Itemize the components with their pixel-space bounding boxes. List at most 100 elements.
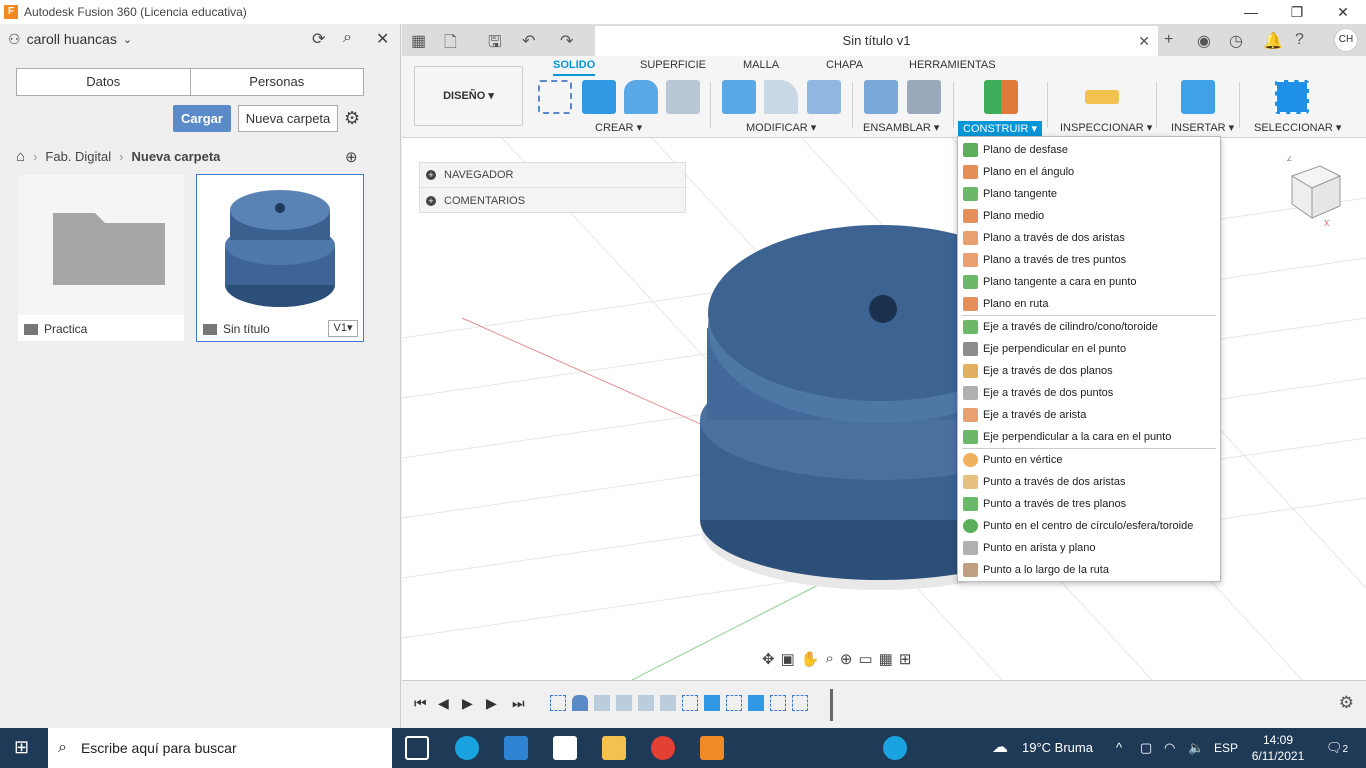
- gear-icon[interactable]: ⚙: [344, 108, 360, 129]
- create-sketch-icon[interactable]: [538, 80, 572, 114]
- avatar[interactable]: CH: [1334, 28, 1358, 52]
- maximize-button[interactable]: ❐: [1274, 0, 1320, 24]
- menu-item[interactable]: Eje perpendicular en el punto: [958, 338, 1220, 360]
- search-icon[interactable]: ⌕: [343, 29, 352, 47]
- document-tab[interactable]: Sin título v1 ✕: [595, 26, 1158, 56]
- task-view-icon[interactable]: [405, 736, 429, 760]
- menu-item[interactable]: Plano en ruta: [958, 293, 1220, 315]
- offset-plane-icon[interactable]: [984, 80, 1018, 114]
- user-name[interactable]: caroll huancas: [27, 31, 117, 47]
- close-icon[interactable]: ✕: [376, 29, 389, 49]
- job-status-icon[interactable]: ◷: [1229, 31, 1243, 51]
- folder-card[interactable]: Practica: [17, 174, 185, 342]
- menu-item[interactable]: Punto a través de dos aristas: [958, 471, 1220, 493]
- weather-text[interactable]: 19°C Bruma: [1022, 728, 1093, 768]
- menu-item[interactable]: Plano tangente a cara en punto: [958, 271, 1220, 293]
- model-canvas[interactable]: [402, 138, 1366, 680]
- globe-icon[interactable]: ⊕: [345, 148, 358, 166]
- refresh-icon[interactable]: ⟳: [312, 29, 325, 49]
- group-inspeccionar[interactable]: INSPECCIONAR ▾: [1060, 121, 1152, 134]
- menu-item[interactable]: Eje a través de arista: [958, 404, 1220, 426]
- close-window-button[interactable]: ✕: [1320, 0, 1366, 24]
- fit-icon[interactable]: ⊕: [840, 650, 853, 668]
- home-icon[interactable]: ⌂: [16, 148, 25, 165]
- save-icon[interactable]: 🖫: [488, 31, 502, 58]
- measure-icon[interactable]: [1085, 90, 1119, 104]
- plus-icon[interactable]: +: [426, 170, 436, 180]
- language[interactable]: ESP: [1214, 728, 1238, 768]
- menu-item[interactable]: Plano medio: [958, 205, 1220, 227]
- menu-item[interactable]: Plano a través de tres puntos: [958, 249, 1220, 271]
- menu-item[interactable]: Eje a través de dos puntos: [958, 382, 1220, 404]
- menu-item[interactable]: Eje a través de cilindro/cono/toroide: [958, 316, 1220, 338]
- group-modificar[interactable]: MODIFICAR ▾: [746, 121, 816, 134]
- zoom-icon[interactable]: ⌕: [825, 650, 833, 668]
- menu-item[interactable]: Punto en vértice: [958, 449, 1220, 471]
- joint-icon[interactable]: [907, 80, 941, 114]
- clock[interactable]: 14:09 6/11/2021: [1248, 732, 1308, 764]
- tab-superficie[interactable]: SUPERFICIE: [640, 59, 706, 71]
- fusion-taskbar-icon[interactable]: [700, 736, 724, 760]
- fillet-icon[interactable]: [764, 80, 798, 114]
- timeline-marker[interactable]: [830, 689, 833, 721]
- volume-icon[interactable]: 🔈: [1188, 728, 1204, 768]
- menu-item[interactable]: Plano a través de dos aristas: [958, 227, 1220, 249]
- new-tab-icon[interactable]: +: [1164, 31, 1173, 49]
- pan-icon[interactable]: ✋: [801, 650, 820, 668]
- tab-chapa[interactable]: CHAPA: [826, 59, 863, 71]
- redo-icon[interactable]: ↷: [560, 31, 573, 51]
- shell-icon[interactable]: [807, 80, 841, 114]
- menu-item[interactable]: Punto en el centro de círculo/esfera/tor…: [958, 515, 1220, 537]
- tab-malla[interactable]: MALLA: [743, 59, 779, 71]
- navigator-row[interactable]: + NAVEGADOR: [420, 163, 685, 188]
- orbit-icon[interactable]: ✥: [762, 650, 775, 668]
- dropbox-icon[interactable]: [553, 736, 577, 760]
- version-dropdown[interactable]: V1▾: [328, 320, 358, 337]
- group-ensamblar[interactable]: ENSAMBLAR ▾: [863, 121, 939, 134]
- help-app-icon[interactable]: [883, 736, 907, 760]
- viewports-icon[interactable]: ⊞: [899, 650, 912, 668]
- breadcrumb-item[interactable]: Fab. Digital: [45, 149, 111, 164]
- upload-button[interactable]: Cargar: [173, 105, 231, 132]
- menu-item[interactable]: Plano tangente: [958, 183, 1220, 205]
- edge-icon[interactable]: [455, 736, 479, 760]
- tab-datos[interactable]: Datos: [17, 69, 191, 95]
- new-folder-button[interactable]: Nueva carpeta: [238, 105, 338, 132]
- windows-start-icon[interactable]: ⊞: [14, 737, 29, 758]
- extensions-icon[interactable]: ◉: [1197, 31, 1211, 51]
- taskbar-search[interactable]: ⌕ Escribe aquí para buscar: [48, 728, 392, 768]
- menu-item[interactable]: Punto a lo largo de la ruta: [958, 559, 1220, 581]
- display-settings-icon[interactable]: ▭: [858, 650, 872, 668]
- close-tab-icon[interactable]: ✕: [1138, 26, 1150, 56]
- revolve-icon[interactable]: [624, 80, 658, 114]
- play-icon[interactable]: ▶: [462, 695, 473, 712]
- apps-grid-icon[interactable]: ▦: [411, 31, 426, 51]
- viewcube[interactable]: Z X: [1282, 156, 1342, 236]
- comments-row[interactable]: + COMENTARIOS: [420, 188, 685, 213]
- menu-item[interactable]: Eje a través de dos planos: [958, 360, 1220, 382]
- tab-solido[interactable]: SOLIDO: [553, 59, 596, 76]
- menu-item[interactable]: Plano en el ángulo: [958, 161, 1220, 183]
- menu-item[interactable]: Plano de desfase: [958, 139, 1220, 161]
- canvas-viewport[interactable]: + NAVEGADOR + COMENTARIOS Z X: [402, 138, 1366, 680]
- menu-item[interactable]: Punto a través de tres planos: [958, 493, 1220, 515]
- grid-settings-icon[interactable]: ▦: [879, 650, 893, 668]
- help-icon[interactable]: ?: [1295, 31, 1304, 49]
- extrude-icon[interactable]: [582, 80, 616, 114]
- timeline-settings-icon[interactable]: ⚙: [1339, 693, 1354, 713]
- network-icon[interactable]: ▢: [1140, 728, 1152, 768]
- chevron-down-icon[interactable]: ⌄: [123, 33, 132, 46]
- tab-personas[interactable]: Personas: [191, 69, 364, 95]
- file-icon[interactable]: 🗋: [444, 31, 457, 58]
- go-to-start-icon[interactable]: ⏮: [414, 695, 427, 712]
- minimize-button[interactable]: —: [1228, 0, 1274, 24]
- group-insertar[interactable]: INSERTAR ▾: [1171, 121, 1234, 134]
- tab-herramientas[interactable]: HERRAMIENTAS: [909, 59, 996, 71]
- notifications-icon[interactable]: 🔔: [1263, 31, 1283, 51]
- notification-center-icon[interactable]: 🗨2: [1326, 728, 1348, 768]
- group-crear[interactable]: CREAR ▾: [595, 121, 642, 134]
- new-component-icon[interactable]: [864, 80, 898, 114]
- workspace-switcher[interactable]: DISEÑO ▾: [414, 66, 523, 126]
- plus-icon[interactable]: +: [426, 195, 436, 206]
- design-card[interactable]: Sin título V1▾: [196, 174, 364, 342]
